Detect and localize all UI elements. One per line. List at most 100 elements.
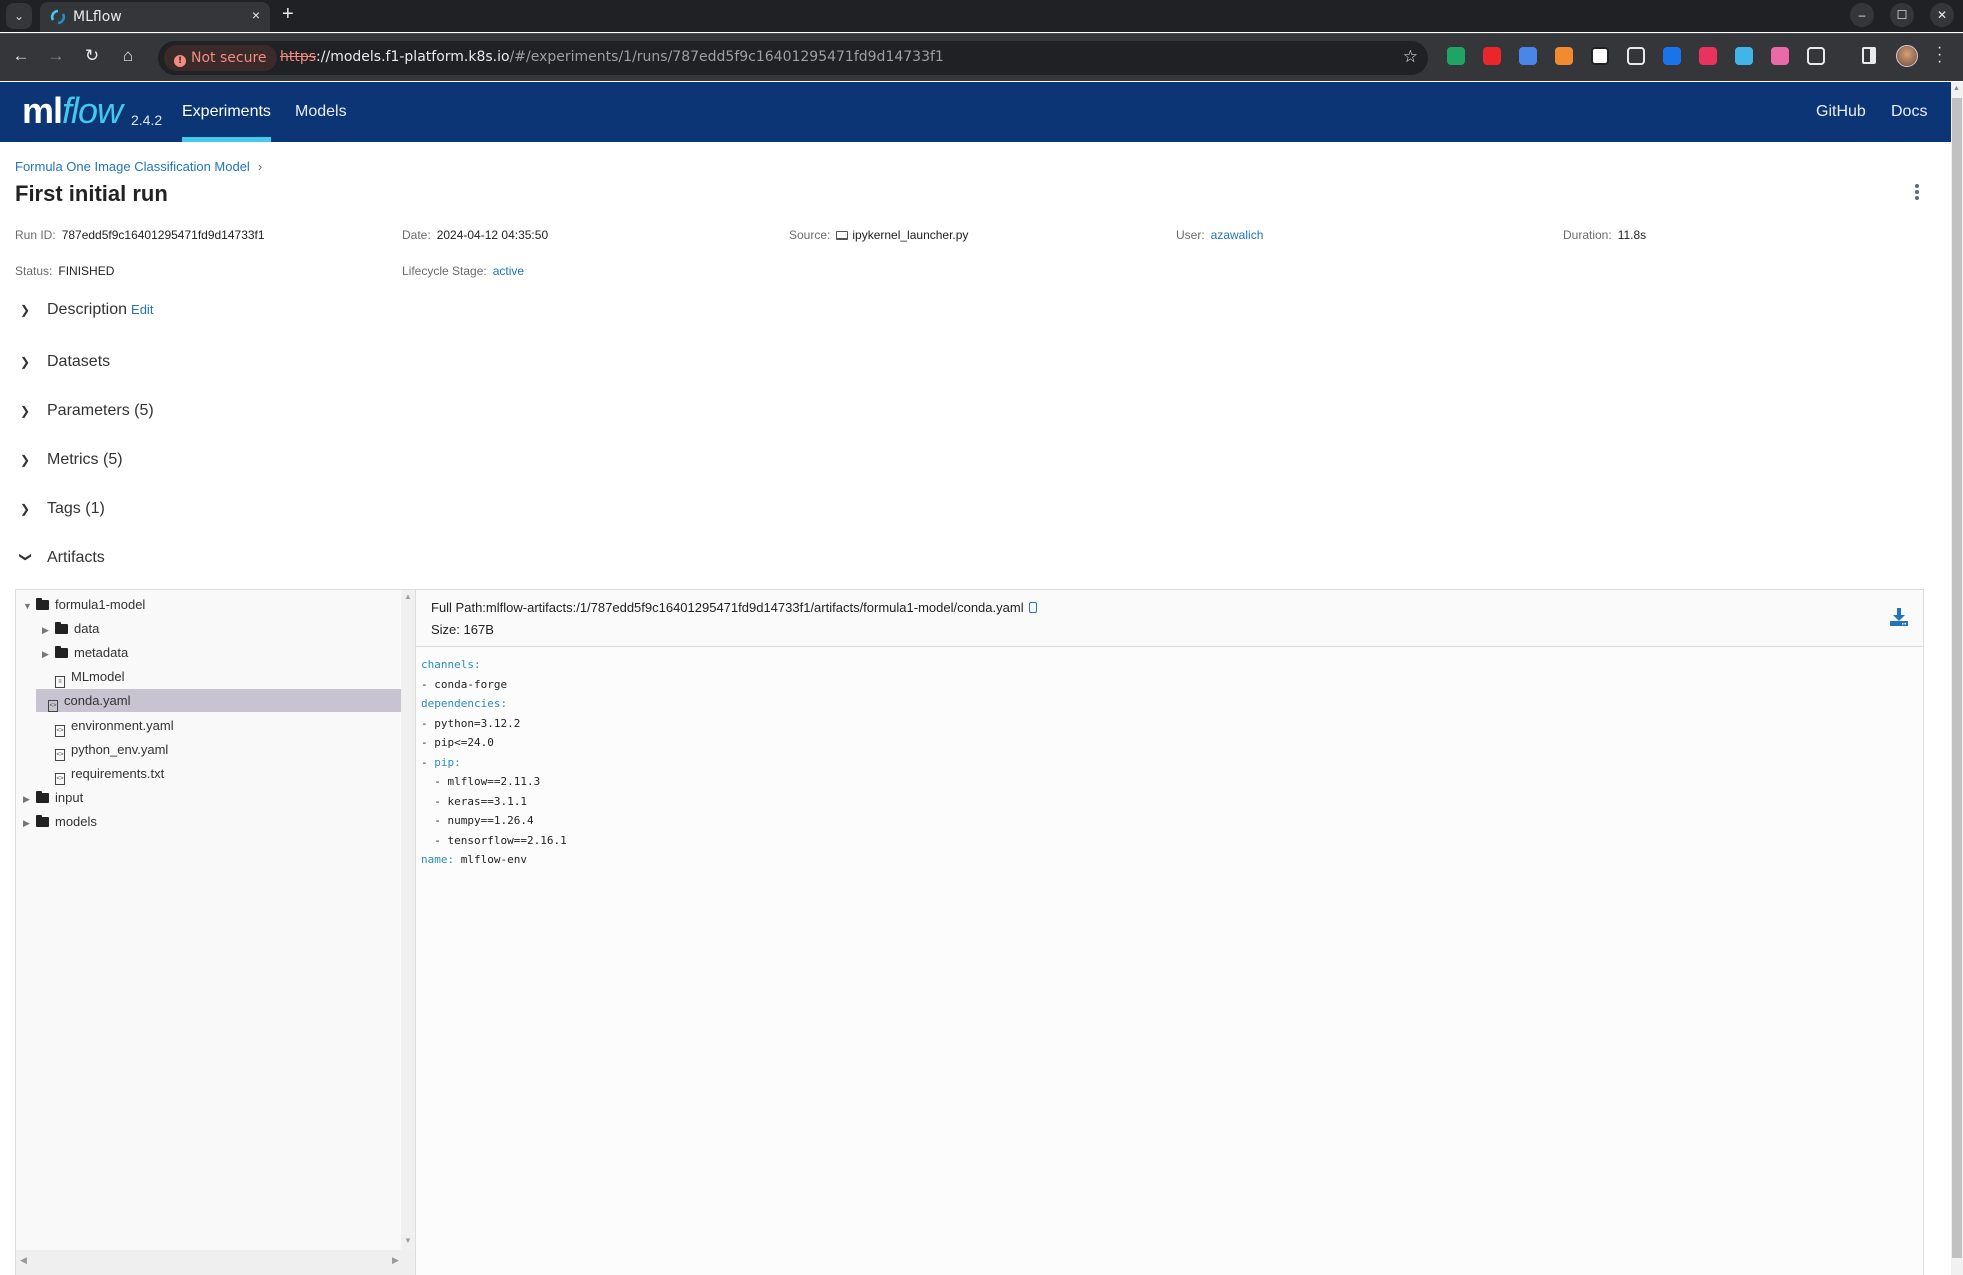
section-metrics[interactable]: ❯ Metrics (5) xyxy=(20,451,123,469)
google-drive-extension-icon[interactable] xyxy=(1447,47,1465,65)
date-value: 2024-04-12 04:35:50 xyxy=(436,228,549,242)
tree-file[interactable]: <> requirements.txt xyxy=(42,762,164,785)
tree-horizontal-scrollbar[interactable]: ◀ ▶ xyxy=(16,1250,415,1275)
browser-tab-strip: ⌄ MLflow × + – ☐ ✕ xyxy=(0,0,1963,32)
browser-tab[interactable]: MLflow × xyxy=(40,2,270,32)
tree-item-label: requirements.txt xyxy=(71,765,165,781)
mlflow-logo[interactable]: mlflow xyxy=(22,90,123,132)
code-line: name: mlflow-env xyxy=(421,850,1918,870)
bookmark-star-icon[interactable]: ☆ xyxy=(1403,47,1418,67)
close-window-button[interactable]: ✕ xyxy=(1930,3,1954,27)
side-panel-icon[interactable] xyxy=(1862,47,1876,64)
maximize-button[interactable]: ☐ xyxy=(1890,3,1914,27)
reader-extension-icon[interactable] xyxy=(1735,47,1753,65)
section-datasets[interactable]: ❯ Datasets xyxy=(20,353,110,371)
laptop-icon xyxy=(836,231,849,240)
github-link[interactable]: GitHub xyxy=(1816,103,1866,121)
nav-models[interactable]: Models xyxy=(295,103,347,121)
source-label: Source: xyxy=(789,228,831,242)
yaml-key: dependencies: xyxy=(421,697,508,710)
edit-description-link[interactable]: Edit xyxy=(131,302,153,317)
code-file-icon: <> xyxy=(55,772,65,785)
tree-file[interactable]: ≡ MLmodel xyxy=(42,665,124,689)
download-icon[interactable] xyxy=(1889,607,1909,627)
section-artifacts[interactable]: ❯ Artifacts xyxy=(19,549,105,567)
tab-search-button[interactable]: ⌄ xyxy=(6,3,32,29)
warning-icon: ! xyxy=(174,55,186,67)
tree-item-label: formula1-model xyxy=(55,597,146,612)
page-scrollbar-thumb[interactable] xyxy=(1952,98,1962,1258)
url-path: /#/experiments/1/runs/787edd5f9c16401295… xyxy=(509,49,944,65)
puzzle-extensions-icon[interactable] xyxy=(1807,47,1825,65)
run-id-value: 787edd5f9c16401295471fd9d14733f1 xyxy=(61,228,265,242)
code-line: - mlflow==2.11.3 xyxy=(421,772,1918,792)
duration-field: Duration: 11.8s xyxy=(1563,228,1646,242)
sync-extension-icon[interactable] xyxy=(1663,47,1681,65)
back-button[interactable]: ← xyxy=(10,46,32,66)
cloud-extension-icon[interactable] xyxy=(1627,47,1645,65)
scroll-right-arrow-icon[interactable]: ▶ xyxy=(392,1255,399,1266)
tree-folder[interactable]: ▶ input xyxy=(23,786,83,809)
security-indicator[interactable]: ! Not secure xyxy=(164,45,277,71)
breadcrumb-experiment-link[interactable]: Formula One Image Classification Model xyxy=(15,159,250,174)
tree-item-label: conda.yaml xyxy=(64,693,131,709)
forward-button[interactable]: → xyxy=(45,46,67,66)
tree-folder[interactable]: ▶ data xyxy=(42,617,99,640)
caret-down-icon[interactable]: ▼ xyxy=(23,595,36,618)
section-description[interactable]: ❯ Description Edit xyxy=(20,301,153,319)
user-link[interactable]: azawalich xyxy=(1211,228,1264,242)
tree-file[interactable]: <> python_env.yaml xyxy=(42,738,168,761)
tab-title: MLflow xyxy=(73,9,122,25)
docs-link[interactable]: Docs xyxy=(1891,103,1927,121)
section-label: Artifacts xyxy=(47,549,105,566)
scroll-left-arrow-icon[interactable]: ◀ xyxy=(20,1255,27,1266)
section-label: Parameters (5) xyxy=(47,402,154,419)
section-tags[interactable]: ❯ Tags (1) xyxy=(20,500,105,518)
scroll-up-arrow-icon[interactable]: ▲ xyxy=(404,592,412,601)
address-bar[interactable]: ! Not secure https://models.f1-platform.k… xyxy=(158,41,1428,75)
lifecycle-label: Lifecycle Stage: xyxy=(402,264,487,278)
home-button[interactable]: ⌂ xyxy=(117,46,139,66)
adblock-extension-icon[interactable] xyxy=(1483,47,1501,65)
scroll-up-arrow-icon[interactable]: ▲ xyxy=(1953,85,1960,92)
copy-icon[interactable] xyxy=(1028,602,1037,613)
profile-avatar[interactable] xyxy=(1896,45,1918,67)
minimize-button[interactable]: – xyxy=(1850,3,1874,27)
chevron-right-icon: ❯ xyxy=(20,303,31,317)
close-tab-icon[interactable]: × xyxy=(252,7,260,23)
page-scrollbar[interactable]: ▲ xyxy=(1951,82,1963,1275)
tree-file[interactable]: <> conda.yaml xyxy=(36,689,401,713)
lifecycle-value: active xyxy=(492,264,525,278)
tree-folder[interactable]: ▼ formula1-model xyxy=(23,593,145,616)
notion-extension-icon[interactable] xyxy=(1591,47,1609,65)
caret-right-icon[interactable]: ▶ xyxy=(23,788,36,811)
tree-folder[interactable]: ▶ metadata xyxy=(42,641,128,664)
reload-button[interactable]: ↻ xyxy=(81,46,103,66)
section-parameters[interactable]: ❯ Parameters (5) xyxy=(20,402,154,420)
yaml-key: pip: xyxy=(434,755,461,769)
new-tab-button[interactable]: + xyxy=(282,3,294,26)
scroll-down-arrow-icon[interactable]: ▼ xyxy=(404,1236,412,1245)
gem-extension-icon[interactable] xyxy=(1519,47,1537,65)
yaml-value: - pip<=24.0 xyxy=(421,736,494,749)
tree-folder[interactable]: ▶ models xyxy=(23,810,97,833)
logo-ml: ml xyxy=(22,90,63,131)
gradient-extension-icon[interactable] xyxy=(1771,47,1789,65)
folder-icon xyxy=(36,790,49,803)
tree-item-label: input xyxy=(55,789,84,805)
page-title: First initial run xyxy=(15,181,168,206)
tree-vertical-scrollbar[interactable]: ▲ ▼ xyxy=(401,590,415,1250)
tree-file[interactable]: <> environment.yaml xyxy=(42,714,174,737)
tree-item-label: python_env.yaml xyxy=(71,741,169,757)
browser-menu-icon[interactable]: · · · xyxy=(1937,40,1943,70)
caret-right-icon[interactable]: ▶ xyxy=(23,812,36,835)
run-actions-menu-icon[interactable] xyxy=(1914,184,1920,202)
caret-right-icon[interactable]: ▶ xyxy=(42,619,55,642)
toggle-extension-icon[interactable] xyxy=(1555,47,1573,65)
url-text[interactable]: https://models.f1-platform.k8s.io/#/expe… xyxy=(280,49,944,65)
nav-experiments[interactable]: Experiments xyxy=(182,103,271,121)
caret-right-icon[interactable]: ▶ xyxy=(42,643,55,666)
full-path-label: Full Path: xyxy=(431,600,486,615)
yaml-value: - tensorflow==2.16.1 xyxy=(421,833,567,847)
translate-extension-icon[interactable] xyxy=(1699,47,1717,65)
